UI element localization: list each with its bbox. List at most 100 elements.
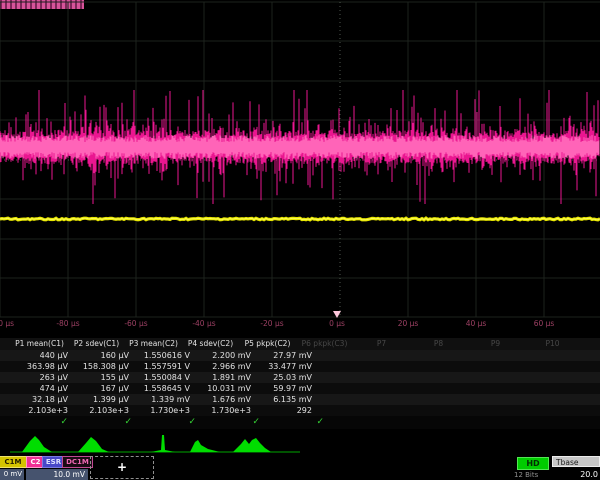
measure-cell: 155 µV [72, 372, 133, 383]
measure-cell: 27.97 mV [255, 350, 316, 361]
status-check-icon: ✓ [11, 416, 75, 429]
measure-cell [377, 383, 438, 394]
histicon[interactable] [151, 435, 175, 452]
measure-cell [377, 350, 438, 361]
measure-cell: 1.557591 V [133, 361, 194, 372]
measure-cell: 2.200 mV [194, 350, 255, 361]
measure-cell [316, 383, 377, 394]
measure-col-header[interactable]: P2 sdev(C1) [68, 338, 125, 350]
measure-cell: 25.03 mV [255, 372, 316, 383]
measure-cell [560, 350, 600, 361]
measure-cell [438, 350, 499, 361]
histicon-row[interactable] [0, 430, 320, 456]
measure-cell [438, 383, 499, 394]
hd-bits-label: 12 Bits [514, 471, 552, 479]
histicon[interactable] [78, 437, 109, 452]
measure-cell [499, 372, 560, 383]
measure-cell [499, 383, 560, 394]
timebase-descriptor[interactable]: Tbase 20.0 [552, 456, 600, 480]
measure-cell: 158.308 µV [72, 361, 133, 372]
measure-cell: 33.477 mV [255, 361, 316, 372]
histicon[interactable] [233, 438, 271, 452]
measure-cell [499, 405, 560, 416]
time-axis: -100 µs-80 µs-60 µs-40 µs-20 µs0 µs20 µs… [0, 316, 600, 330]
measure-cell: 1.730e+3 [133, 405, 194, 416]
measure-cell [438, 394, 499, 405]
axis-tick-label: -40 µs [179, 319, 229, 328]
histicon[interactable] [22, 436, 52, 452]
measure-cell: 2.966 mV [194, 361, 255, 372]
measure-cell [438, 405, 499, 416]
measure-col-header[interactable]: P4 sdev(C2) [182, 338, 239, 350]
measure-cell [316, 372, 377, 383]
measure-cell [316, 394, 377, 405]
status-check-icon [587, 416, 600, 429]
measure-cell: 2.103e+3 [72, 405, 133, 416]
status-check-icon: ✓ [75, 416, 139, 429]
add-trace-button[interactable]: + [90, 456, 154, 479]
measure-cell: 6.135 mV [255, 394, 316, 405]
measure-col-header[interactable]: P6 pkpk(C3) [296, 338, 353, 350]
status-check-icon [523, 416, 587, 429]
measure-col-header[interactable]: P5 pkpk(C2) [239, 338, 296, 350]
channel-c1-descriptor[interactable]: C1M 0 mV [0, 456, 24, 480]
measure-cell [438, 372, 499, 383]
measure-col-header[interactable]: P1 mean(C1) [11, 338, 68, 350]
measure-cell [316, 405, 377, 416]
measure-cell [560, 405, 600, 416]
measure-col-header[interactable]: P9 [467, 338, 524, 350]
measure-cell [499, 350, 560, 361]
measure-cell [316, 350, 377, 361]
measure-cell: 1.550084 V [133, 372, 194, 383]
measure-cell: 1.399 µV [72, 394, 133, 405]
measure-cell: 440 µV [11, 350, 72, 361]
c1-coupling-badge[interactable]: C1M [0, 456, 27, 468]
axis-tick-label: 60 µs [519, 319, 569, 328]
measure-cell: 2.103e+3 [11, 405, 72, 416]
measure-col-header[interactable]: P8 [410, 338, 467, 350]
status-check-icon: ✓ [139, 416, 203, 429]
histicon[interactable] [190, 440, 220, 452]
measure-cell [377, 394, 438, 405]
timebase-label: Tbase [552, 456, 600, 467]
waveform-display[interactable] [0, 0, 600, 318]
measure-cell [377, 361, 438, 372]
measure-cell: 59.97 mV [255, 383, 316, 394]
measure-col-header[interactable]: P10 [524, 338, 581, 350]
measure-cell [560, 372, 600, 383]
status-check-icon [459, 416, 523, 429]
axis-tick-label: -20 µs [247, 319, 297, 328]
measure-cell: 10.031 mV [194, 383, 255, 394]
measure-cell: 160 µV [72, 350, 133, 361]
status-check-icon: ✓ [267, 416, 331, 429]
status-check-icon [395, 416, 459, 429]
measure-cell [438, 361, 499, 372]
measure-cell: 474 µV [11, 383, 72, 394]
measure-cell [499, 394, 560, 405]
measure-cell: 167 µV [72, 383, 133, 394]
measure-cell: 1.558645 V [133, 383, 194, 394]
scope-screen: -100 µs-80 µs-60 µs-40 µs-20 µs0 µs20 µs… [0, 0, 600, 480]
measure-cell [560, 361, 600, 372]
channel-c2-descriptor[interactable]: C2 ESR DC1M 10.0 mV [26, 456, 88, 480]
measure-col-header[interactable]: P3 mean(C2) [125, 338, 182, 350]
hd-mode-badge[interactable]: HD [517, 457, 549, 470]
measure-cell [560, 383, 600, 394]
measure-cell: 363.98 µV [11, 361, 72, 372]
measure-cell [377, 372, 438, 383]
axis-tick-label: 40 µs [451, 319, 501, 328]
measure-cell: 263 µV [11, 372, 72, 383]
measure-cell: 1.891 mV [194, 372, 255, 383]
measure-cell: 1.550616 V [133, 350, 194, 361]
measure-col-header[interactable]: P7 [353, 338, 410, 350]
c2-coupling-badge: DC1M [62, 456, 93, 468]
measure-cell [499, 361, 560, 372]
measure-cell [316, 361, 377, 372]
measure-cell: 1.676 mV [194, 394, 255, 405]
measure-cell: 1.730e+3 [194, 405, 255, 416]
measure-cell [377, 405, 438, 416]
measurement-table: P1 mean(C1)P2 sdev(C1)P3 mean(C2)P4 sdev… [0, 338, 600, 429]
axis-tick-label: 20 µs [383, 319, 433, 328]
axis-tick-label: -80 µs [43, 319, 93, 328]
status-check-icon [331, 416, 395, 429]
